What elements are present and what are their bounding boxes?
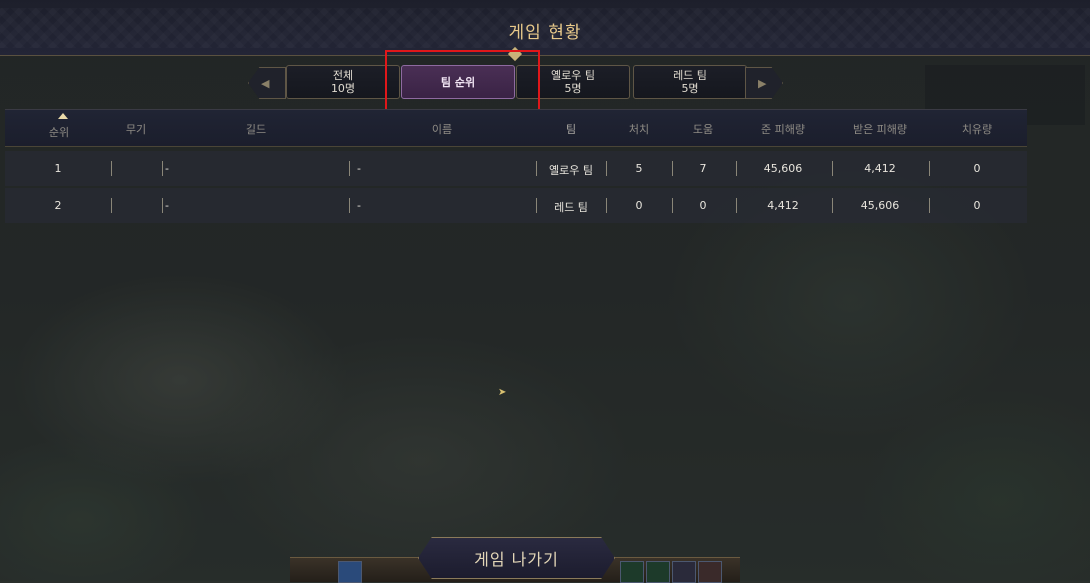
chevron-left-icon: ◀	[261, 77, 270, 90]
sort-asc-icon	[58, 113, 68, 119]
divider	[929, 198, 930, 213]
page-title: 게임 현황	[508, 23, 582, 43]
tab-all[interactable]: 전체 10명	[286, 65, 400, 99]
divider	[832, 161, 833, 176]
table-header: 순위 무기 길드 이름 팀 처치 도움 준 피해량 받은 피해량 치유량	[5, 109, 1027, 147]
tab-prev-ornament: ◀	[248, 67, 286, 99]
skill-slot-icon[interactable]	[672, 561, 696, 583]
cell-team: 레드 팀	[554, 201, 588, 214]
cell-damage-taken: 45,606	[860, 199, 900, 212]
divider	[832, 198, 833, 213]
column-header-damage-taken[interactable]: 받은 피해량	[853, 121, 907, 137]
divider	[606, 198, 607, 213]
divider	[536, 161, 537, 176]
tab-yellow-team[interactable]: 옐로우 팀 5명	[516, 65, 630, 99]
table-row[interactable]: 2 - - 레드 팀 0 0 4,412 45,606 0	[5, 188, 1027, 223]
table-row[interactable]: 1 - - 옐로우 팀 5 7 45,606 4,412 0	[5, 151, 1027, 186]
cell-damage-dealt: 45,606	[763, 162, 803, 175]
column-header-weapon[interactable]: 무기	[126, 121, 146, 137]
cell-team: 옐로우 팀	[549, 164, 593, 177]
chevron-right-icon: ▶	[758, 77, 767, 90]
divider	[672, 161, 673, 176]
tab-count: 5명	[681, 82, 699, 95]
cell-kills: 0	[635, 199, 643, 212]
tab-red-team[interactable]: 레드 팀 5명	[633, 65, 747, 99]
tab-label: 팀 순위	[440, 75, 476, 89]
divider	[606, 161, 607, 176]
cell-guild: -	[357, 199, 361, 212]
divider	[736, 161, 737, 176]
column-header-team[interactable]: 팀	[566, 121, 576, 137]
divider	[111, 198, 112, 213]
column-header-assists[interactable]: 도움	[693, 121, 713, 137]
skill-slot-icon[interactable]	[620, 561, 644, 583]
column-header-name[interactable]: 이름	[432, 121, 452, 137]
cell-healing: 0	[973, 199, 981, 212]
skill-slot-icon[interactable]	[338, 561, 362, 583]
divider	[536, 198, 537, 213]
column-header-damage-dealt[interactable]: 준 피해량	[761, 121, 805, 137]
tab-bar: ◀ 전체 10명 팀 순위 옐로우 팀 5명 레드 팀 5명 ▶	[248, 65, 783, 99]
header-bar: 게임 현황	[0, 0, 1090, 56]
cell-damage-dealt: 4,412	[767, 199, 799, 212]
cell-rank: 1	[54, 162, 62, 175]
column-header-kills[interactable]: 처치	[629, 121, 649, 137]
cell-damage-taken: 4,412	[864, 162, 896, 175]
skill-slot-icon[interactable]	[646, 561, 670, 583]
tab-count: 10명	[330, 82, 356, 95]
divider	[162, 161, 163, 176]
tab-next-ornament: ▶	[745, 67, 783, 99]
column-header-rank[interactable]: 순위	[49, 124, 69, 140]
tab-team-rank[interactable]: 팀 순위	[401, 65, 515, 99]
cell-weapon: -	[165, 199, 169, 212]
divider	[929, 161, 930, 176]
divider	[736, 198, 737, 213]
cell-healing: 0	[973, 162, 981, 175]
cell-rank: 2	[54, 199, 62, 212]
cell-assists: 7	[699, 162, 707, 175]
tab-label: 전체	[332, 69, 354, 82]
exit-game-button[interactable]: 게임 나가기	[418, 537, 615, 579]
divider	[349, 198, 350, 213]
cell-assists: 0	[699, 199, 707, 212]
tab-label: 레드 팀	[673, 69, 707, 82]
tab-count: 5명	[564, 82, 582, 95]
divider	[111, 161, 112, 176]
divider	[162, 198, 163, 213]
cell-kills: 5	[635, 162, 643, 175]
cell-guild: -	[357, 162, 361, 175]
cell-weapon: -	[165, 162, 169, 175]
skill-slot-icon[interactable]	[698, 561, 722, 583]
tab-label: 옐로우 팀	[551, 69, 595, 82]
divider	[672, 198, 673, 213]
mouse-cursor-icon: ➤	[498, 387, 507, 398]
column-header-guild[interactable]: 길드	[246, 121, 266, 137]
divider	[349, 161, 350, 176]
column-header-healing[interactable]: 치유량	[962, 121, 992, 137]
scoreboard-table: 순위 무기 길드 이름 팀 처치 도움 준 피해량 받은 피해량 치유량 1 -…	[5, 109, 1027, 223]
